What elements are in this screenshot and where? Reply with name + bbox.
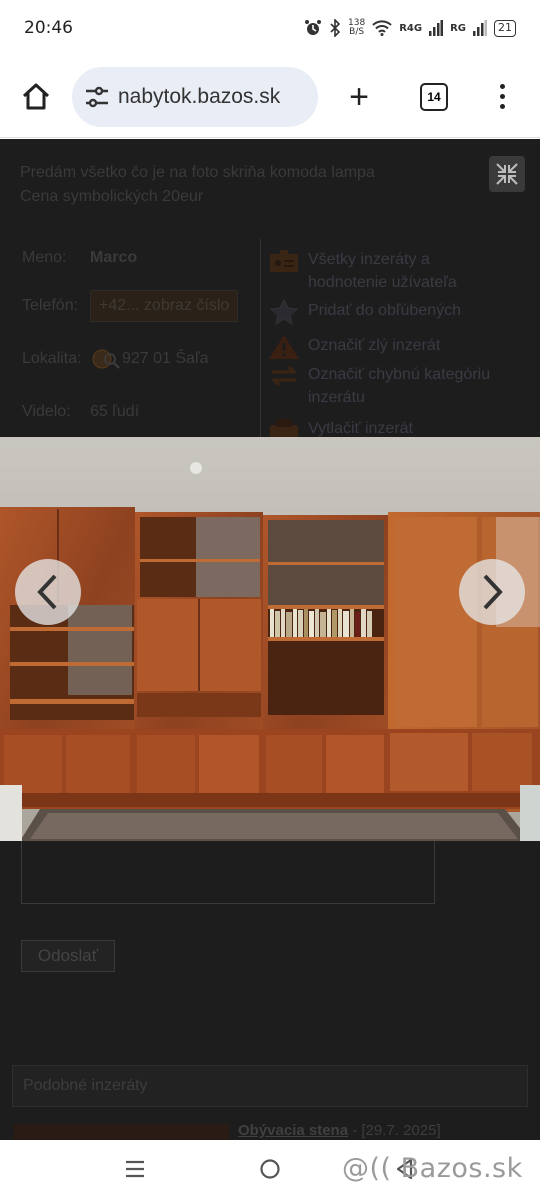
signal-bars-icon <box>473 20 487 36</box>
home-button[interactable] <box>18 79 54 115</box>
recent-apps-icon[interactable] <box>124 1158 146 1180</box>
similar-ad-date: - [29.7. 2025] <box>348 1122 441 1139</box>
message-textarea[interactable] <box>21 841 435 904</box>
plus-icon: + <box>349 77 369 116</box>
map-search-icon[interactable] <box>90 347 122 371</box>
column-divider <box>260 239 261 439</box>
views-value: 65 ľudí <box>90 403 140 420</box>
signal-label-1: R4G <box>399 22 423 34</box>
next-photo-button[interactable] <box>459 559 525 625</box>
browser-toolbar: nabytok.bazos.sk + 14 <box>0 56 540 138</box>
wrong-category-link[interactable]: Označiť chybnú kategóriu inzerátu <box>268 363 490 409</box>
location-value: 927 01 Šaľa <box>122 350 209 367</box>
home-nav-icon[interactable] <box>259 1158 281 1180</box>
address-bar[interactable]: nabytok.bazos.sk <box>72 66 318 127</box>
phone-row: Telefón: +42... zobraz číslo <box>22 290 239 322</box>
chevron-right-icon <box>483 574 503 610</box>
clock: 20:46 <box>24 18 73 38</box>
new-tab-button[interactable]: + <box>344 80 374 114</box>
location-row: Lokalita: 927 01 Šaľa <box>22 347 209 371</box>
collapse-icon <box>496 163 518 185</box>
listing-description: Predám všetko čo je na foto skriňa komod… <box>20 164 375 205</box>
home-icon <box>22 83 50 109</box>
network-speed: 138 B/S <box>348 18 366 37</box>
wifi-icon <box>372 20 392 36</box>
alarm-icon <box>305 20 322 35</box>
status-bar: 20:46 138 B/S R4G RG 21 <box>0 0 540 56</box>
listing-photo[interactable] <box>0 437 540 841</box>
bluetooth-icon <box>330 19 341 37</box>
similar-ad-item[interactable]: Obývacia stena - [29.7. 2025] <box>238 1122 441 1139</box>
star-icon <box>269 299 299 325</box>
report-ad-link[interactable]: Označiť zlý inzerát <box>268 334 440 360</box>
add-favorite-link[interactable]: Pridať do obľúbených <box>268 299 461 325</box>
menu-dot <box>500 104 505 109</box>
all-ads-link[interactable]: Všetky inzeráty a hodnotenie užívateľa <box>268 248 457 294</box>
site-settings-icon[interactable] <box>84 84 110 110</box>
menu-dot <box>500 84 505 89</box>
chevron-left-icon <box>37 574 57 610</box>
views-row: Videlo: 65 ľudí <box>22 403 140 420</box>
battery-indicator: 21 <box>494 19 516 37</box>
bazos-watermark: @(( Bazos.sk <box>342 1153 523 1184</box>
similar-ad-thumbnail[interactable] <box>14 1124 229 1140</box>
show-phone-button[interactable]: +42... zobraz číslo <box>90 290 239 322</box>
similar-ads-heading: Podobné inzeráty <box>12 1065 528 1107</box>
url-text[interactable]: nabytok.bazos.sk <box>118 85 280 109</box>
browser-menu-button[interactable] <box>500 84 505 109</box>
exit-fullscreen-button[interactable] <box>489 156 525 192</box>
seller-name: Marco <box>90 249 138 266</box>
send-button[interactable]: Odoslať <box>21 940 115 972</box>
similar-ad-title[interactable]: Obývacia stena <box>238 1122 348 1139</box>
signal-label-2: RG <box>450 22 466 34</box>
swap-arrows-icon <box>270 365 298 387</box>
menu-dot <box>500 94 505 99</box>
user-card-icon <box>270 250 298 272</box>
wall-unit-illustration <box>0 437 540 841</box>
tab-switcher-button[interactable]: 14 <box>420 82 448 111</box>
signal-bars-icon <box>429 20 444 36</box>
warning-icon <box>269 335 299 359</box>
status-icons: 138 B/S R4G RG 21 <box>304 19 516 37</box>
seller-name-row: Meno: Marco <box>22 249 138 266</box>
previous-photo-button[interactable] <box>15 559 81 625</box>
